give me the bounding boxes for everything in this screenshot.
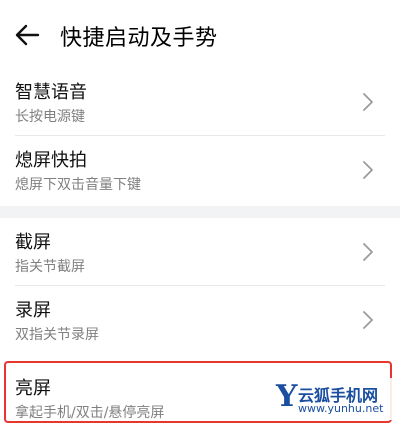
back-arrow-icon bbox=[15, 24, 40, 46]
settings-group-voice: 智慧语音 长按电源键 熄屏快拍 熄屏下双击音量下键 bbox=[0, 68, 400, 204]
settings-item-screen-record[interactable]: 录屏 双指关节录屏 bbox=[0, 286, 400, 354]
chevron-right-icon bbox=[363, 93, 373, 111]
section-divider bbox=[0, 206, 400, 218]
item-subtitle: 指关节截屏 bbox=[15, 259, 85, 275]
item-title: 截屏 bbox=[15, 232, 51, 253]
settings-group-gestures: 截屏 指关节截屏 录屏 双指关节录屏 bbox=[0, 218, 400, 354]
item-title: 智慧语音 bbox=[15, 82, 87, 103]
item-subtitle: 长按电源键 bbox=[15, 109, 85, 125]
settings-item-wake-screen-subtitle: 拿起手机/双击/悬停亮屏 bbox=[15, 405, 165, 421]
item-subtitle: 熄屏下双击音量下键 bbox=[15, 177, 141, 193]
page-title: 快捷启动及手势 bbox=[60, 26, 218, 51]
item-title: 录屏 bbox=[15, 300, 51, 321]
chevron-right-icon bbox=[363, 161, 373, 179]
settings-item-screen-off-snap[interactable]: 熄屏快拍 熄屏下双击音量下键 bbox=[0, 136, 400, 204]
settings-item-wake-screen-title[interactable]: 亮屏 bbox=[15, 374, 51, 400]
title-bar: 快捷启动及手势 bbox=[0, 0, 400, 68]
watermark-url: www.yunhu.net bbox=[298, 402, 384, 415]
settings-item-screenshot[interactable]: 截屏 指关节截屏 bbox=[0, 218, 400, 286]
chevron-right-icon bbox=[363, 311, 373, 329]
watermark-logo: Y bbox=[276, 379, 298, 414]
back-button[interactable] bbox=[10, 18, 44, 52]
chevron-right-icon bbox=[363, 243, 373, 261]
watermark: Y 云狐手机网 www.yunhu.net bbox=[272, 378, 396, 420]
settings-item-smart-voice[interactable]: 智慧语音 长按电源键 bbox=[0, 68, 400, 136]
item-title: 熄屏快拍 bbox=[15, 150, 87, 171]
item-subtitle: 双指关节录屏 bbox=[15, 327, 99, 343]
